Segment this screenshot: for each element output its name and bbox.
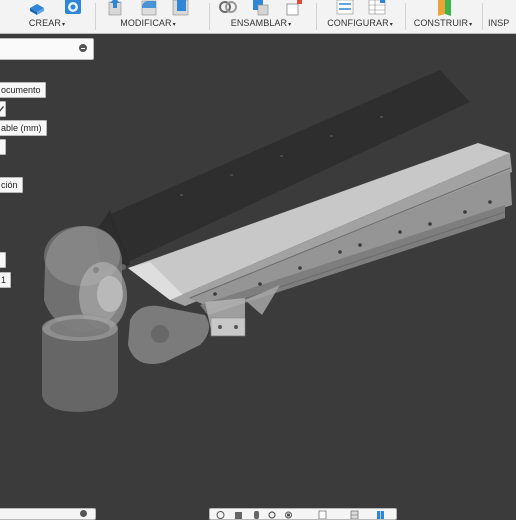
browser-item-label: able (mm) (1, 123, 42, 133)
3d-model[interactable] (0, 34, 516, 516)
configurar-label: CONFIGURAR (327, 18, 389, 28)
browser-item-named-views[interactable]: ción (0, 177, 23, 193)
toolbar-divider (316, 3, 317, 30)
fillet-icon[interactable] (141, 0, 159, 16)
modificar-label: MODIFICAR (120, 18, 172, 28)
extrude-icon[interactable] (28, 0, 46, 16)
revolve-icon[interactable] (64, 0, 82, 16)
modificar-group[interactable]: MODIFICAR▾ (97, 0, 199, 33)
new-component-icon[interactable] (251, 0, 269, 16)
look-at-icon[interactable] (234, 510, 243, 519)
toolbar-divider (405, 3, 406, 30)
collapse-icon[interactable] (79, 44, 87, 52)
browser-item-component[interactable]: 1 (0, 272, 12, 288)
chevron-down-icon: ▾ (469, 22, 473, 28)
as-built-joint-icon[interactable] (285, 0, 303, 16)
grid-settings-icon[interactable] (350, 510, 359, 519)
browser-item-units[interactable]: able (mm) (0, 120, 47, 136)
browser-item-label: ción (1, 180, 18, 190)
construir-label: CONSTRUIR (413, 18, 469, 28)
crear-label: CREAR (28, 18, 61, 28)
canvas-viewport[interactable]: ocumento able (mm) ción 1 (0, 34, 516, 516)
bracket-tab (210, 317, 246, 337)
zoom-icon[interactable] (268, 510, 277, 519)
browser-item-document-settings[interactable]: ocumento (0, 82, 46, 98)
browser-item-label: ocumento (1, 85, 41, 95)
ensamblar-group[interactable]: ENSAMBLAR▾ (211, 0, 311, 33)
toolbar-divider (95, 3, 96, 30)
chevron-down-icon: ▾ (389, 22, 393, 28)
edit-icon[interactable] (0, 101, 6, 117)
configuration-table-icon[interactable] (368, 0, 386, 16)
change-parameters-icon[interactable] (336, 0, 354, 16)
browser-item-fragment[interactable] (0, 252, 6, 268)
offset-plane-icon[interactable] (435, 0, 453, 16)
comments-panel-header[interactable] (0, 508, 96, 520)
viewports-icon[interactable] (376, 510, 385, 519)
toolbar-divider (209, 3, 210, 30)
press-pull-icon[interactable] (107, 0, 125, 16)
display-settings-icon[interactable] (318, 510, 327, 519)
construir-group[interactable]: CONSTRUIR▾ (407, 0, 479, 33)
pan-icon[interactable] (252, 510, 261, 519)
crear-group[interactable]: CREAR▾ (0, 0, 94, 33)
chevron-down-icon: ▾ (61, 22, 66, 28)
ensamblar-label: ENSAMBLAR (230, 18, 288, 28)
toolbar-divider (482, 3, 483, 30)
configurar-group[interactable]: CONFIGURAR▾ (318, 0, 402, 33)
browser-item-label: 1 (1, 275, 7, 285)
browser-panel-header[interactable] (0, 38, 94, 60)
chevron-down-icon: ▾ (288, 22, 292, 28)
inspeccionar-group[interactable]: INSP (488, 0, 516, 33)
browser-item-fragment[interactable] (0, 139, 6, 155)
shell-icon[interactable] (172, 0, 190, 16)
orbit-icon[interactable] (216, 510, 225, 519)
inspeccionar-label: INSP (488, 18, 510, 28)
navigation-bar (209, 508, 397, 520)
toolbar: CREAR▾ MODIFICAR▾ ENSAMBLAR▾ CONFIGURAR▾… (0, 0, 516, 34)
elbow-flange-inner (97, 276, 123, 312)
chevron-down-icon: ▾ (172, 22, 176, 28)
joint-icon[interactable] (219, 0, 237, 16)
fit-icon[interactable] (284, 510, 293, 519)
